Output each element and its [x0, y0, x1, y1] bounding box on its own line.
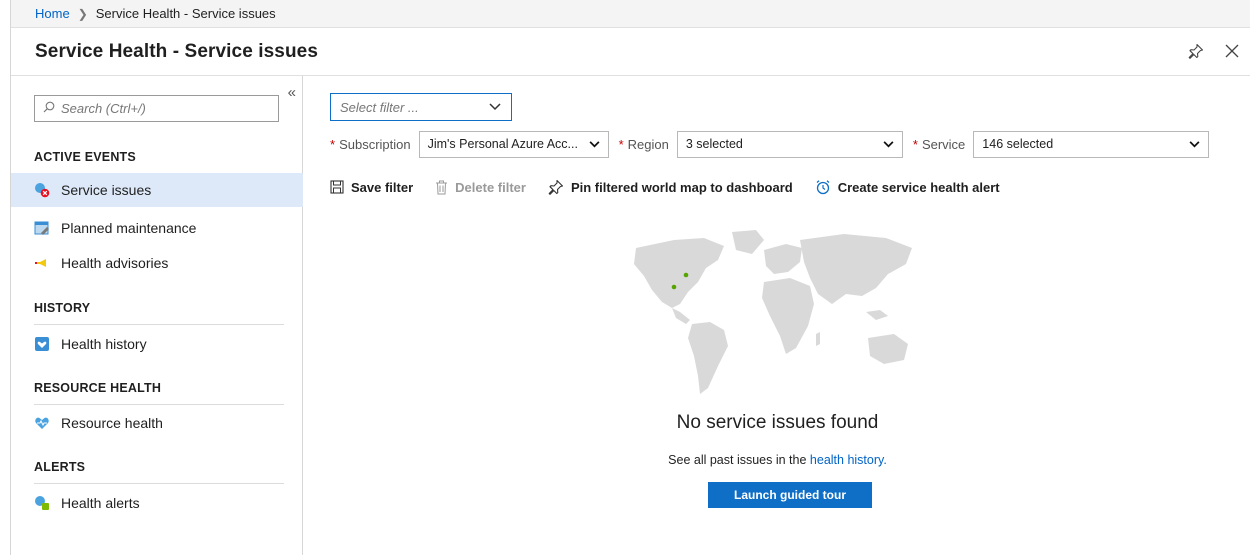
filter-row: * Subscription Jim's Personal Azure Acc.…	[330, 130, 1210, 158]
service-issues-icon	[34, 182, 50, 198]
heart-pulse-icon	[34, 415, 50, 431]
chevron-right-icon: ❯	[77, 6, 88, 21]
region-point	[671, 284, 677, 290]
sidebar-item-health-history[interactable]: Health history	[11, 327, 303, 361]
alarm-clock-icon	[815, 179, 831, 195]
region-label: Region	[627, 136, 669, 152]
save-filter-label: Save filter	[351, 179, 414, 195]
blade-frame: Home ❯ Service Health - Service issues S…	[10, 0, 1250, 555]
delete-filter-button[interactable]: Delete filter	[435, 180, 526, 195]
section-active-events: ACTIVE EVENTS	[34, 150, 284, 174]
title-actions	[1185, 40, 1243, 62]
sidebar-item-label: Service issues	[61, 182, 152, 198]
sidebar-item-health-advisories[interactable]: Health advisories	[11, 246, 303, 280]
sidebar: « ACTIVE EVENTS Service issues Planned m…	[11, 76, 303, 555]
service-label: Service	[921, 136, 966, 152]
service-dropdown[interactable]: 146 selected	[973, 130, 1210, 158]
pin-icon[interactable]	[1185, 40, 1207, 62]
breadcrumb-current: Service Health - Service issues	[95, 6, 276, 21]
world-map	[634, 230, 912, 394]
sidebar-item-label: Planned maintenance	[61, 220, 197, 236]
select-filter-dropdown[interactable]: Select filter ...	[330, 93, 512, 121]
planned-maintenance-icon	[34, 220, 50, 236]
select-filter-placeholder: Select filter ...	[340, 99, 419, 115]
megaphone-icon	[34, 255, 50, 271]
breadcrumb: Home ❯ Service Health - Service issues	[11, 0, 1250, 28]
save-icon	[330, 180, 344, 194]
region-dropdown[interactable]: 3 selected	[676, 130, 903, 158]
pin-map-button[interactable]: Pin filtered world map to dashboard	[548, 179, 793, 195]
search-icon	[43, 101, 55, 116]
create-alert-button[interactable]: Create service health alert	[815, 179, 1000, 195]
delete-filter-label: Delete filter	[455, 179, 526, 195]
search-input[interactable]	[61, 101, 261, 116]
trash-icon	[435, 180, 448, 195]
required-marker: *	[912, 136, 918, 152]
health-history-link[interactable]: health history.	[810, 453, 887, 467]
region-value: 3 selected	[685, 137, 743, 151]
sidebar-item-health-alerts[interactable]: Health alerts	[11, 486, 303, 520]
subscription-label: Subscription	[339, 136, 411, 152]
empty-state-title: No service issues found	[676, 412, 879, 433]
sidebar-item-label: Health alerts	[61, 495, 140, 511]
chevron-down-icon	[589, 140, 600, 147]
sidebar-item-label: Health advisories	[61, 255, 169, 271]
chevron-down-icon	[1189, 140, 1200, 147]
subscription-dropdown[interactable]: Jim's Personal Azure Acc...	[418, 130, 609, 158]
title-bar: Service Health - Service issues	[11, 28, 1250, 76]
pin-icon	[548, 179, 564, 195]
page-title: Service Health - Service issues	[35, 40, 318, 62]
sidebar-item-service-issues[interactable]: Service issues	[11, 173, 303, 207]
empty-state-subtitle: See all past issues in the health histor…	[304, 453, 1250, 467]
subscription-value: Jim's Personal Azure Acc...	[427, 137, 578, 151]
command-bar: Save filter Delete filter Pin filtered w…	[330, 179, 1022, 195]
create-alert-label: Create service health alert	[837, 179, 1000, 195]
region-point	[683, 272, 689, 278]
collapse-sidebar-icon[interactable]: «	[288, 84, 296, 101]
sidebar-item-resource-health[interactable]: Resource health	[11, 406, 303, 440]
breadcrumb-home-link[interactable]: Home	[35, 6, 70, 21]
section-resource-health: RESOURCE HEALTH	[34, 381, 284, 405]
main-content: Select filter ... * Subscription Jim's P…	[304, 76, 1250, 555]
chevron-down-icon	[883, 140, 894, 147]
health-history-icon	[34, 336, 50, 352]
launch-guided-tour-button[interactable]: Launch guided tour	[708, 482, 872, 508]
sidebar-item-label: Health history	[61, 336, 147, 352]
close-icon[interactable]	[1221, 40, 1243, 62]
service-value: 146 selected	[982, 137, 1054, 151]
save-filter-button[interactable]: Save filter	[330, 180, 413, 195]
sidebar-item-label: Resource health	[61, 415, 163, 431]
required-marker: *	[618, 136, 624, 152]
sidebar-item-planned-maintenance[interactable]: Planned maintenance	[11, 211, 303, 245]
health-alerts-icon	[34, 495, 50, 511]
empty-state-prefix: See all past issues in the	[668, 453, 807, 467]
required-marker: *	[330, 136, 336, 152]
pin-map-label: Pin filtered world map to dashboard	[570, 179, 793, 195]
sidebar-search[interactable]	[34, 95, 279, 122]
chevron-down-icon	[489, 103, 501, 111]
section-history: HISTORY	[34, 301, 284, 325]
section-alerts: ALERTS	[34, 460, 284, 484]
